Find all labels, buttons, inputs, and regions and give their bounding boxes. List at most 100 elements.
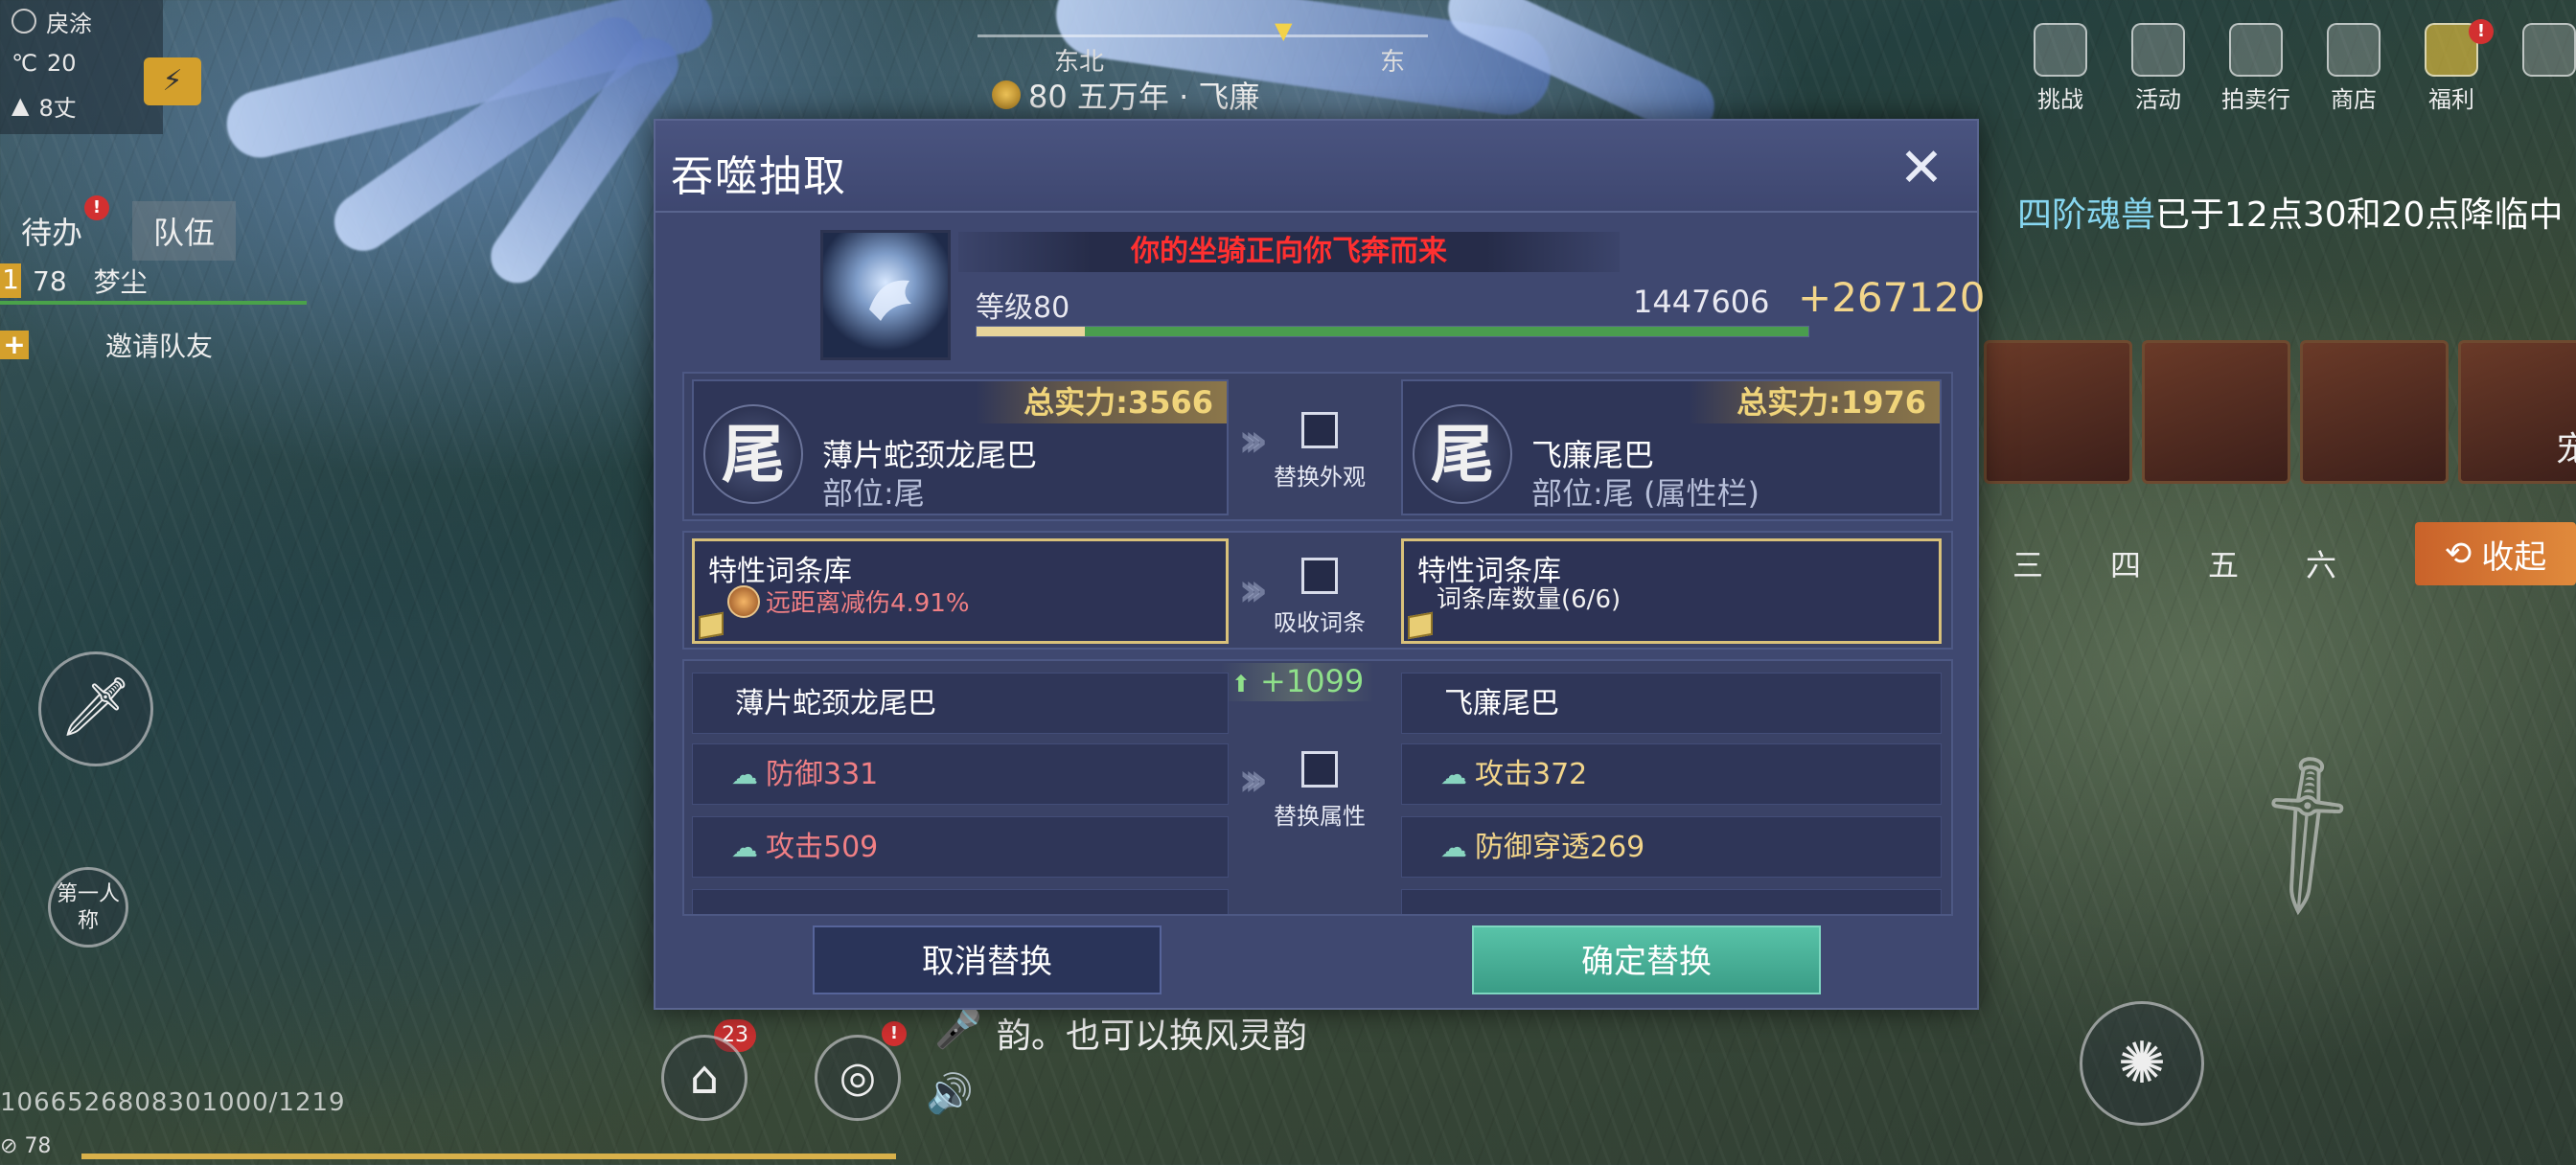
sword-skill-button[interactable]: 🗡 [38,651,153,766]
top-menu: 挑战 活动 拍卖行 商店 福利! [2022,19,2576,114]
microphone-icon[interactable]: 🎤 [934,1006,982,1051]
lightning-icon[interactable]: ⚡ [144,57,201,105]
replace-attr-toggle[interactable]: 替换属性 [1267,751,1372,831]
slot-number[interactable]: 三 [2012,541,2043,585]
menu-welfare[interactable]: 福利! [2413,19,2494,114]
trait-orb-icon [727,584,760,618]
compass-bar [978,34,1428,37]
absorb-trait-checkbox[interactable] [1301,558,1338,594]
left-item-card[interactable]: 总实力:3566 尾 薄片蛇颈龙尾巴 部位:尾 [692,379,1229,515]
bag-button[interactable]: ◎ [815,1035,901,1121]
power-gain: ⬆ +1099 [1221,663,1374,701]
left-attr-value: ☁ 攻击509 [693,817,1228,879]
menu-challenge-label: 挑战 [2037,86,2083,113]
collapse-label: 收起 [2481,537,2547,577]
compass-label-e: 东 [1380,48,1406,77]
menu-shop-label: 商店 [2331,86,2377,113]
left-library-text: 远距离减伤4.91% [766,589,970,618]
confirm-replace-button[interactable]: 确定替换 [1472,925,1821,994]
left-attr-attack: 攻击509 [766,831,879,864]
team-member-row[interactable]: 1 78 梦尘 [0,261,307,305]
replace-appearance-toggle[interactable]: 替换外观 [1267,412,1372,491]
right-attr-row: ☁ 攻击372 [1401,743,1942,805]
plus-icon: + [0,331,29,359]
mount-portrait[interactable] [820,230,951,360]
cloud-icon: ☁ [731,832,758,863]
challenge-icon [2034,23,2087,77]
absorb-trait-label: 吸收词条 [1274,609,1366,636]
mount-exp-bar-fill [977,327,1808,336]
weather-panel: 戾涂 ℃ 20 ▲ 8丈 [0,0,163,134]
right-trait-library[interactable]: 特性词条库 词条库数量(6/6) [1401,538,1942,644]
tail-icon: 尾 [1413,404,1512,504]
slot-2[interactable] [2142,340,2290,484]
slot-3[interactable] [2300,340,2449,484]
right-item-power: 总实力:1976 [1689,381,1940,423]
slot-1[interactable] [1984,340,2132,484]
tab-team-label: 队伍 [153,215,216,251]
alert-badge: ! [84,195,110,220]
mount-alert-banner: 你的坐骑正向你飞奔而来 [958,232,1620,272]
cloud-icon: ☁ [1440,832,1467,863]
menu-challenge[interactable]: 挑战 [2022,23,2099,114]
book-icon [699,611,724,640]
weather-icon [12,9,36,34]
replace-attr-checkbox[interactable] [1301,751,1338,788]
home-icon: ⌂ [689,1051,720,1105]
slot-number[interactable]: 六 [2306,541,2336,585]
location-display: 80 五万年 · 飞廉 [992,73,1259,117]
mountain-icon: ▲ [12,92,30,119]
right-attr-attack: 攻击372 [1475,758,1588,791]
left-attr-value: ☁ 防御331 [693,744,1228,806]
devour-extract-dialog: 吞噬抽取 ✕ 你的坐骑正向你飞奔而来 等级80 1447606 +267120 … [654,119,1986,1010]
absorb-trait-toggle[interactable]: 吸收词条 [1267,558,1372,637]
right-attr-header: 飞廉尾巴 [1401,673,1942,734]
player-level: ⊘ 78 [0,1134,52,1158]
bag-icon: ◎ [839,1053,877,1102]
member-name: 梦尘 [93,266,148,298]
first-person-button[interactable]: 第一人称 [48,867,128,948]
replace-appearance-checkbox[interactable] [1301,412,1338,448]
dialog-title: 吞噬抽取 [671,152,847,201]
replace-appearance-label: 替换外观 [1274,464,1366,491]
menu-shop[interactable]: 商店 [2315,23,2392,114]
tab-team[interactable]: 队伍 [132,201,237,261]
right-attr-name: 飞廉尾巴 [1444,687,1559,720]
left-attr-row: ☁ 攻击509 [692,816,1229,878]
home-button[interactable]: ⌂ [661,1035,748,1121]
slot-4[interactable]: 宠 [2458,340,2576,484]
location-text: 80 五万年 · 飞廉 [1028,79,1260,115]
announcement: 四阶魂兽已于12点30和20点降临中 [2017,187,2563,237]
sword-icon[interactable]: 🗡 [2207,735,2405,931]
collapse-button[interactable]: ⟲ 收起 [2415,522,2576,585]
right-item-card[interactable]: 总实力:1976 尾 飞廉尾巴 部位:尾 (属性栏) [1401,379,1942,515]
right-attr-value: ☁ 攻击372 [1402,744,1941,806]
tab-todo-label: 待办 [21,215,83,251]
chat-message[interactable]: 韵。也可以换风灵韵 [997,1008,1307,1058]
menu-auction[interactable]: 拍卖行 [2218,23,2294,114]
trait-library-section: 特性词条库 远距离减伤4.91% ››› 吸收词条 特性词条库 词条库数量(6/… [682,531,1953,650]
menu-welfare-label: 福利 [2428,86,2474,113]
altitude-value: 8丈 [38,94,77,122]
menu-more[interactable] [2511,23,2576,114]
joystick-attack-button[interactable]: ✺ [2080,1001,2204,1126]
compass-marker-icon: ▼ [1275,17,1293,44]
close-icon[interactable]: ✕ [1895,142,1948,195]
slot-numbers: 三 四 五 六 [2012,541,2336,585]
menu-activity[interactable]: 活动 [2120,23,2196,114]
weather-label: 戾涂 [46,10,92,37]
invite-row[interactable]: + 邀请队友 [0,326,213,364]
arrow-icon: ››› [1238,753,1269,807]
slot-number[interactable]: 五 [2208,541,2239,585]
tail-icon: 尾 [703,404,803,504]
speaker-icon[interactable]: 🔊 [926,1071,974,1116]
book-icon [1408,611,1433,640]
tab-todo[interactable]: 待办 ! [0,195,110,261]
left-item-power: 总实力:3566 [976,381,1227,423]
menu-activity-label: 活动 [2135,86,2181,113]
left-trait-library[interactable]: 特性词条库 远距离减伤4.91% [692,538,1229,644]
shop-icon [2327,23,2380,77]
rune-icon: ✺ [2117,1030,2167,1097]
slot-number[interactable]: 四 [2110,541,2141,585]
cancel-replace-button[interactable]: 取消替换 [813,925,1162,994]
